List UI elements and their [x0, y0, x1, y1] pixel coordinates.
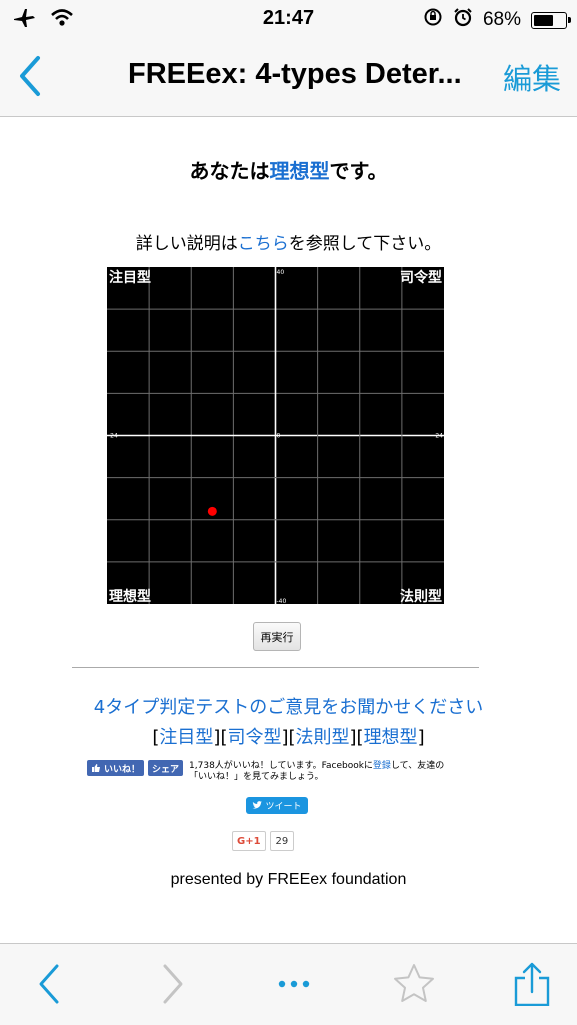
share-icon[interactable] [510, 962, 554, 1007]
type-link-attention[interactable]: 注目型 [159, 727, 213, 748]
tick-label-y-bottom: -40 [277, 598, 287, 604]
presented-by: presented by FREEex foundation [170, 871, 407, 888]
tick-label-x-left: -24 [108, 433, 118, 440]
feedback-row: 4タイプ判定テストのご意見をお聞かせください [0, 693, 577, 719]
facebook-text-2: して、友達の [390, 761, 445, 771]
tick-label-origin: 0 [277, 433, 281, 440]
quadrant-label-top-right: 司令型 [400, 269, 442, 286]
result-suffix: です。 [329, 159, 388, 183]
quadrant-label-bottom-left: 理想型 [109, 588, 151, 604]
result-heading: あなたは理想型です。 [0, 155, 577, 184]
google-plus-button[interactable]: G+1 [232, 831, 266, 851]
quadrant-label-top-left: 注目型 [109, 269, 151, 286]
rerun-button[interactable]: 再実行 [253, 622, 301, 651]
type-link-command[interactable]: 司令型 [227, 727, 281, 748]
divider [72, 667, 479, 668]
more-icon[interactable] [272, 962, 316, 1006]
google-plus-count: 29 [269, 831, 295, 851]
google-plus-widget: G+1 29 [232, 831, 295, 851]
result-point [207, 506, 217, 516]
quadrant-chart: 40 -40 -24 24 0 注目型 司令型理想型 法則型 [107, 267, 444, 604]
detail-suffix: を参照して下さい。 [288, 234, 442, 254]
facebook-text-3: 「いいね！」を見てみましょう。 [189, 772, 324, 782]
type-link-ideal[interactable]: 理想型 [364, 727, 418, 748]
facebook-share-button[interactable]: シェア [148, 760, 184, 776]
quadrant-chart-svg: 40 -40 -24 24 0 注目型 司令型理想型 法則型 [107, 267, 444, 604]
detail-link[interactable]: こちら [238, 234, 289, 254]
back-icon[interactable] [28, 962, 72, 1006]
tick-label-y-top: 40 [277, 269, 285, 276]
alarm-icon [453, 7, 473, 33]
facebook-text-1: 1,738人がいいね！しています。Facebookに [189, 761, 373, 771]
battery-percent: 68% [482, 9, 521, 30]
edit-button[interactable]: 編集 [503, 56, 561, 98]
quadrant-label-bottom-right: 法則型 [400, 588, 442, 604]
battery-icon [531, 11, 571, 29]
facebook-like-label: いいね！ [104, 764, 141, 775]
facebook-widget: いいね！ シェア 1,738人がいいね！しています。Facebookに登録して、… [87, 760, 449, 783]
result-prefix: あなたは [189, 159, 270, 183]
page-title: FREEex: 4-types Deter... [128, 58, 462, 90]
detail-text: 詳しい説明はこちらを参照して下さい。 [0, 229, 577, 254]
twitter-bird-icon [252, 801, 263, 809]
detail-prefix: 詳しい説明は [135, 234, 238, 254]
back-button[interactable] [14, 54, 48, 98]
facebook-like-text: 1,738人がいいね！しています。Facebookに登録して、友達の「いいね！」… [189, 761, 449, 783]
web-content: あなたは理想型です。 詳しい説明はこちらを参照して下さい。 40 -40 -24 24… [0, 117, 577, 943]
thumbs-up-icon [92, 764, 100, 772]
favorite-icon[interactable] [392, 962, 436, 1006]
rotation-lock-icon [423, 7, 443, 33]
tweet-button[interactable]: ツイート [246, 797, 308, 814]
status-bar: 21:47 68% [0, 0, 577, 36]
navigation-bar: FREEex: 4-types Deter... 編集 [0, 36, 577, 117]
type-links: [注目型][司令型][法則型][理想型] [152, 727, 425, 748]
tweet-label: ツイート [265, 802, 302, 812]
forward-icon[interactable] [150, 962, 194, 1006]
facebook-like-button[interactable]: いいね！ [87, 760, 145, 776]
chevron-left-icon [20, 56, 40, 96]
type-link-rule[interactable]: 法則型 [296, 727, 350, 748]
facebook-share-label: シェア [152, 764, 180, 775]
facebook-register-link[interactable]: 登録 [373, 761, 391, 771]
bottom-toolbar [0, 943, 577, 1025]
feedback-link[interactable]: 4タイプ判定テストのご意見をお聞かせください [94, 697, 483, 718]
result-type: 理想型 [269, 159, 330, 183]
tick-label-x-right: 24 [435, 433, 443, 440]
